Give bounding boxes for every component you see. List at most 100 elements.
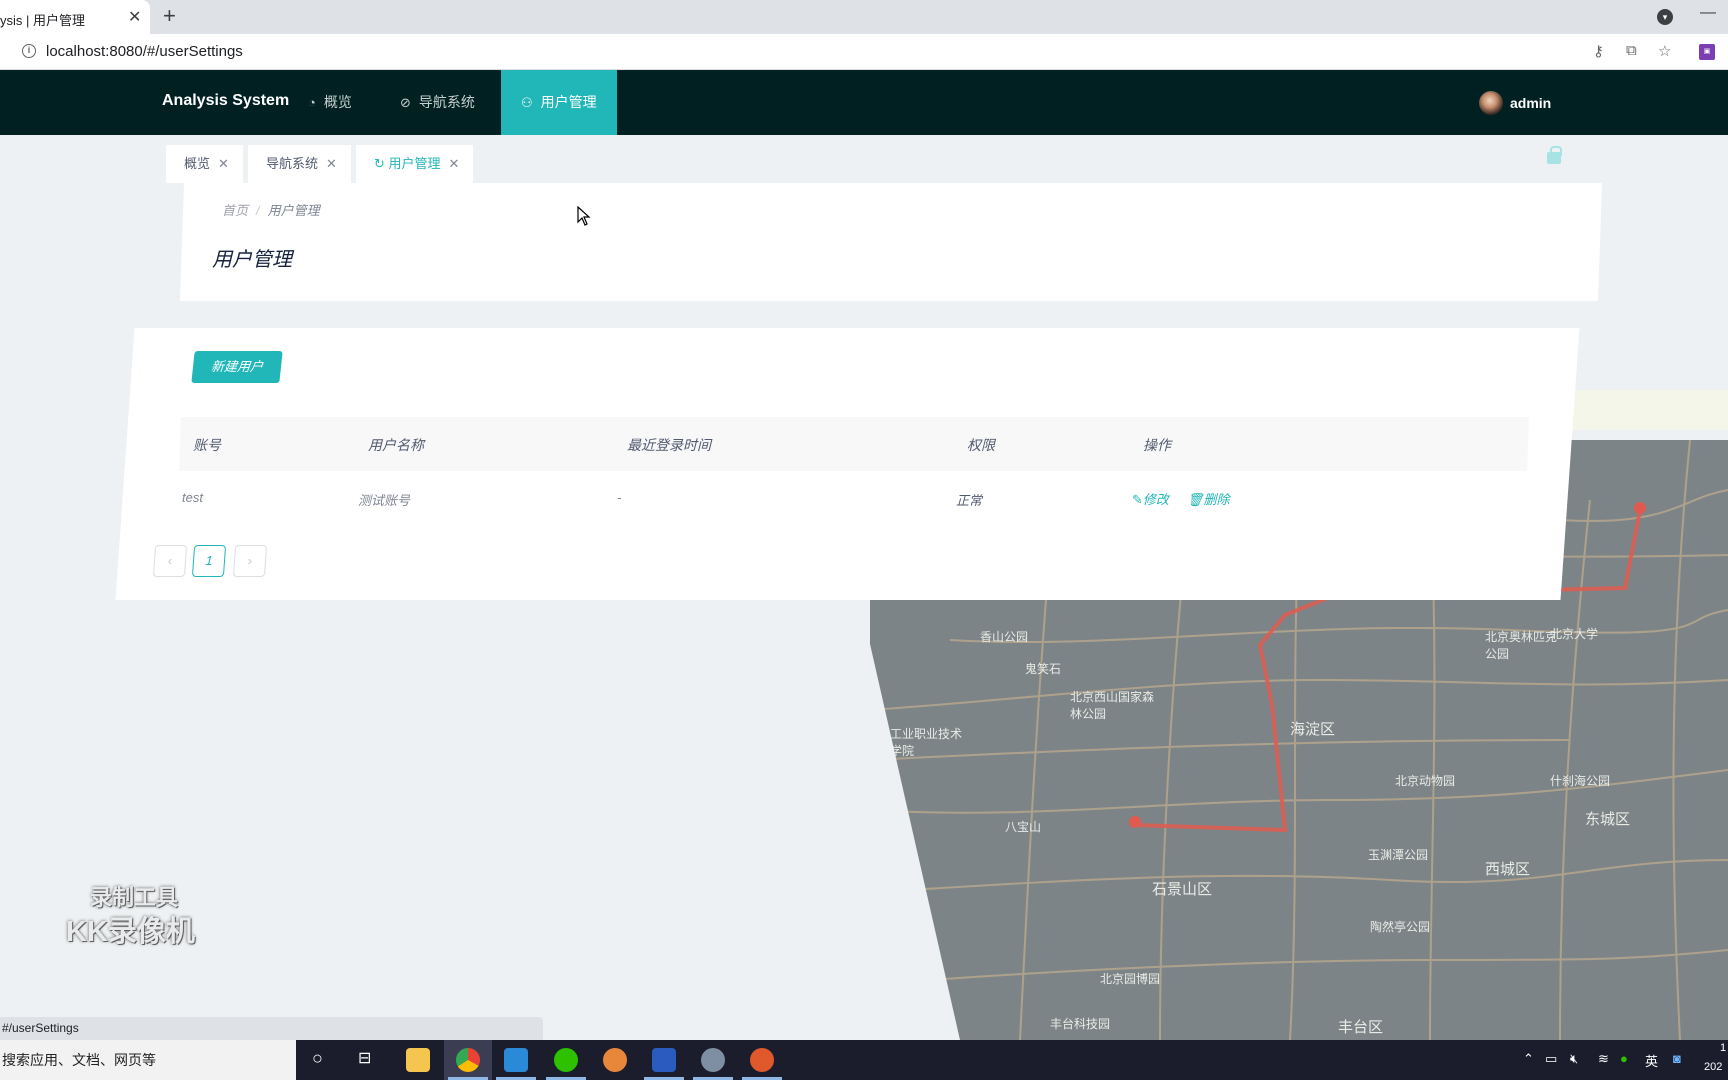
pagination-prev[interactable]: ‹ bbox=[152, 545, 188, 577]
map-label: 石景山区 bbox=[1152, 881, 1213, 898]
tab-navigation[interactable]: 导航系统 ✕ bbox=[248, 145, 351, 183]
word-icon[interactable] bbox=[652, 1048, 676, 1072]
tab-users[interactable]: ↻ 用户管理 ✕ bbox=[356, 145, 474, 183]
browser-status-url: #/userSettings bbox=[0, 1017, 543, 1040]
nav-item-label: 导航系统 bbox=[418, 94, 475, 110]
browser-tab-strip: ysis | 用户管理 ✕ + ▾ — bbox=[0, 0, 1728, 34]
refresh-icon: ↻ bbox=[374, 156, 389, 171]
breadcrumb-current: 用户管理 bbox=[267, 203, 320, 218]
column-account: 账号 bbox=[193, 437, 221, 453]
page-title: 用户管理 bbox=[212, 249, 292, 271]
username[interactable]: admin bbox=[1510, 95, 1551, 111]
file-explorer-icon[interactable] bbox=[406, 1048, 430, 1072]
tab-overview[interactable]: 概览 ✕ bbox=[166, 145, 243, 183]
breadcrumb-separator: / bbox=[256, 203, 260, 218]
close-tab-icon[interactable]: ✕ bbox=[128, 7, 141, 27]
close-icon[interactable]: ✕ bbox=[218, 156, 229, 171]
close-icon[interactable]: ✕ bbox=[326, 156, 337, 171]
dashboard-icon: ◔ bbox=[308, 95, 316, 110]
info-icon[interactable]: i bbox=[22, 44, 36, 58]
nav-item-users[interactable]: ⚇ 用户管理 bbox=[501, 70, 617, 135]
map-label: 丰台科技园 bbox=[1050, 1017, 1111, 1031]
map-label: 八宝山 bbox=[1005, 820, 1042, 834]
watermark-line2: KK录像机 bbox=[66, 916, 195, 948]
address-bar[interactable]: i localhost:8080/#/userSettings ⚷ ⧉ ☆ ▣ bbox=[0, 34, 1728, 70]
mouse-cursor-icon bbox=[577, 206, 591, 226]
taskbar-search[interactable]: 搜索应用、文档、网页等 bbox=[0, 1040, 296, 1080]
new-user-button[interactable]: 新建用户 bbox=[191, 351, 283, 383]
cell-permission: 正常 bbox=[956, 493, 983, 508]
map-top-stripe bbox=[1560, 390, 1728, 430]
map-label: 北京西山国家森林公园 bbox=[1070, 690, 1155, 721]
task-view-icon[interactable]: ⊟ bbox=[358, 1048, 371, 1068]
cortana-icon[interactable]: ○ bbox=[312, 1048, 323, 1069]
tab-label: 导航系统 bbox=[266, 156, 319, 171]
cell-username: 测试账号 bbox=[358, 493, 411, 508]
key-icon[interactable]: ⚷ bbox=[1593, 42, 1604, 60]
qq-tray-icon[interactable]: ◙ bbox=[1673, 1051, 1681, 1066]
cell-last-login: - bbox=[617, 490, 622, 505]
tab-label: 用户管理 bbox=[388, 156, 441, 171]
column-actions: 操作 bbox=[1143, 437, 1171, 453]
turtle-icon[interactable] bbox=[701, 1048, 725, 1072]
pagination-page-1[interactable]: 1 bbox=[191, 545, 227, 577]
new-tab-button[interactable]: + bbox=[163, 3, 176, 29]
cell-account: test bbox=[182, 490, 203, 505]
delete-button[interactable]: 🗑︎删除 bbox=[1187, 489, 1230, 508]
map-label: 鬼笑石 bbox=[1025, 662, 1062, 676]
ime-indicator[interactable]: 英 bbox=[1645, 1051, 1658, 1070]
nav-item-overview[interactable]: ◔ 概览 bbox=[308, 70, 352, 135]
windows-taskbar: 搜索应用、文档、网页等 ○ ⊟ ⌃ ▭ 🔇︎ ≋ ● 英 ◙ 1 202 bbox=[0, 1040, 1728, 1080]
brand-title: Analysis System bbox=[162, 92, 290, 109]
column-username: 用户名称 bbox=[368, 437, 424, 453]
avatar[interactable] bbox=[1479, 91, 1503, 115]
edit-button[interactable]: ✎修改 bbox=[1132, 489, 1169, 508]
map-label: 玉渊潭公园 bbox=[1368, 848, 1429, 862]
edit-icon: ✎ bbox=[1132, 492, 1143, 507]
wechat-icon[interactable] bbox=[554, 1048, 578, 1072]
close-icon[interactable]: ✕ bbox=[449, 156, 460, 171]
map-label: 海淀区 bbox=[1290, 721, 1336, 738]
clock-line2[interactable]: 202 bbox=[1704, 1061, 1722, 1073]
nav-item-label: 用户管理 bbox=[540, 94, 597, 110]
nav-item-navigation[interactable]: ⊘ 导航系统 bbox=[400, 70, 475, 135]
tab-label: 概览 bbox=[184, 156, 211, 171]
column-last-login: 最近登录时间 bbox=[627, 437, 711, 453]
breadcrumb-home[interactable]: 首页 bbox=[222, 203, 248, 218]
browser-tab[interactable]: ysis | 用户管理 ✕ bbox=[0, 0, 150, 34]
chevron-down-icon[interactable]: ▾ bbox=[1657, 9, 1673, 25]
chevron-up-icon[interactable]: ⌃ bbox=[1523, 1051, 1534, 1067]
page-header-card bbox=[179, 183, 1603, 301]
clock-line1[interactable]: 1 bbox=[1720, 1042, 1726, 1054]
breadcrumb: 首页 / 用户管理 bbox=[222, 200, 320, 219]
map-label: 香山公园 bbox=[980, 630, 1029, 644]
edit-label: 修改 bbox=[1142, 492, 1169, 507]
map-label: 北京大学 bbox=[1550, 627, 1599, 641]
wifi-icon[interactable]: ≋ bbox=[1598, 1051, 1609, 1067]
star-icon[interactable]: ☆ bbox=[1658, 42, 1671, 60]
map-label: 丰台区 bbox=[1338, 1019, 1384, 1036]
url-field[interactable]: localhost:8080/#/userSettings bbox=[46, 43, 243, 60]
extension-icon[interactable]: ▣ bbox=[1699, 44, 1715, 60]
app-icon[interactable] bbox=[603, 1048, 627, 1072]
recorder-icon[interactable] bbox=[750, 1048, 774, 1072]
mute-icon[interactable]: 🔇︎ bbox=[1570, 1051, 1578, 1067]
pagination-next[interactable]: › bbox=[232, 545, 268, 577]
map-label: 西城区 bbox=[1485, 861, 1531, 878]
translate-icon[interactable]: ⧉ bbox=[1626, 42, 1637, 59]
nav-item-label: 概览 bbox=[323, 94, 352, 110]
map-label: 北京园博园 bbox=[1100, 972, 1161, 986]
trash-icon: 🗑︎ bbox=[1187, 492, 1204, 507]
chrome-icon[interactable] bbox=[456, 1048, 480, 1072]
compass-icon: ⊘ bbox=[400, 95, 411, 110]
map-label: 北京动物园 bbox=[1395, 774, 1456, 788]
wechat-tray-icon[interactable]: ● bbox=[1620, 1051, 1628, 1066]
lock-icon[interactable] bbox=[1547, 146, 1562, 164]
minimize-icon[interactable]: — bbox=[1700, 4, 1716, 22]
map-label: 东城区 bbox=[1585, 811, 1631, 828]
battery-icon[interactable]: ▭ bbox=[1545, 1051, 1557, 1067]
map-label: 陶然亭公园 bbox=[1370, 920, 1431, 934]
column-permission: 权限 bbox=[967, 437, 995, 453]
app-header: Analysis System ◔ 概览 ⊘ 导航系统 ⚇ 用户管理 admin bbox=[0, 70, 1728, 135]
vscode-icon[interactable] bbox=[504, 1048, 528, 1072]
